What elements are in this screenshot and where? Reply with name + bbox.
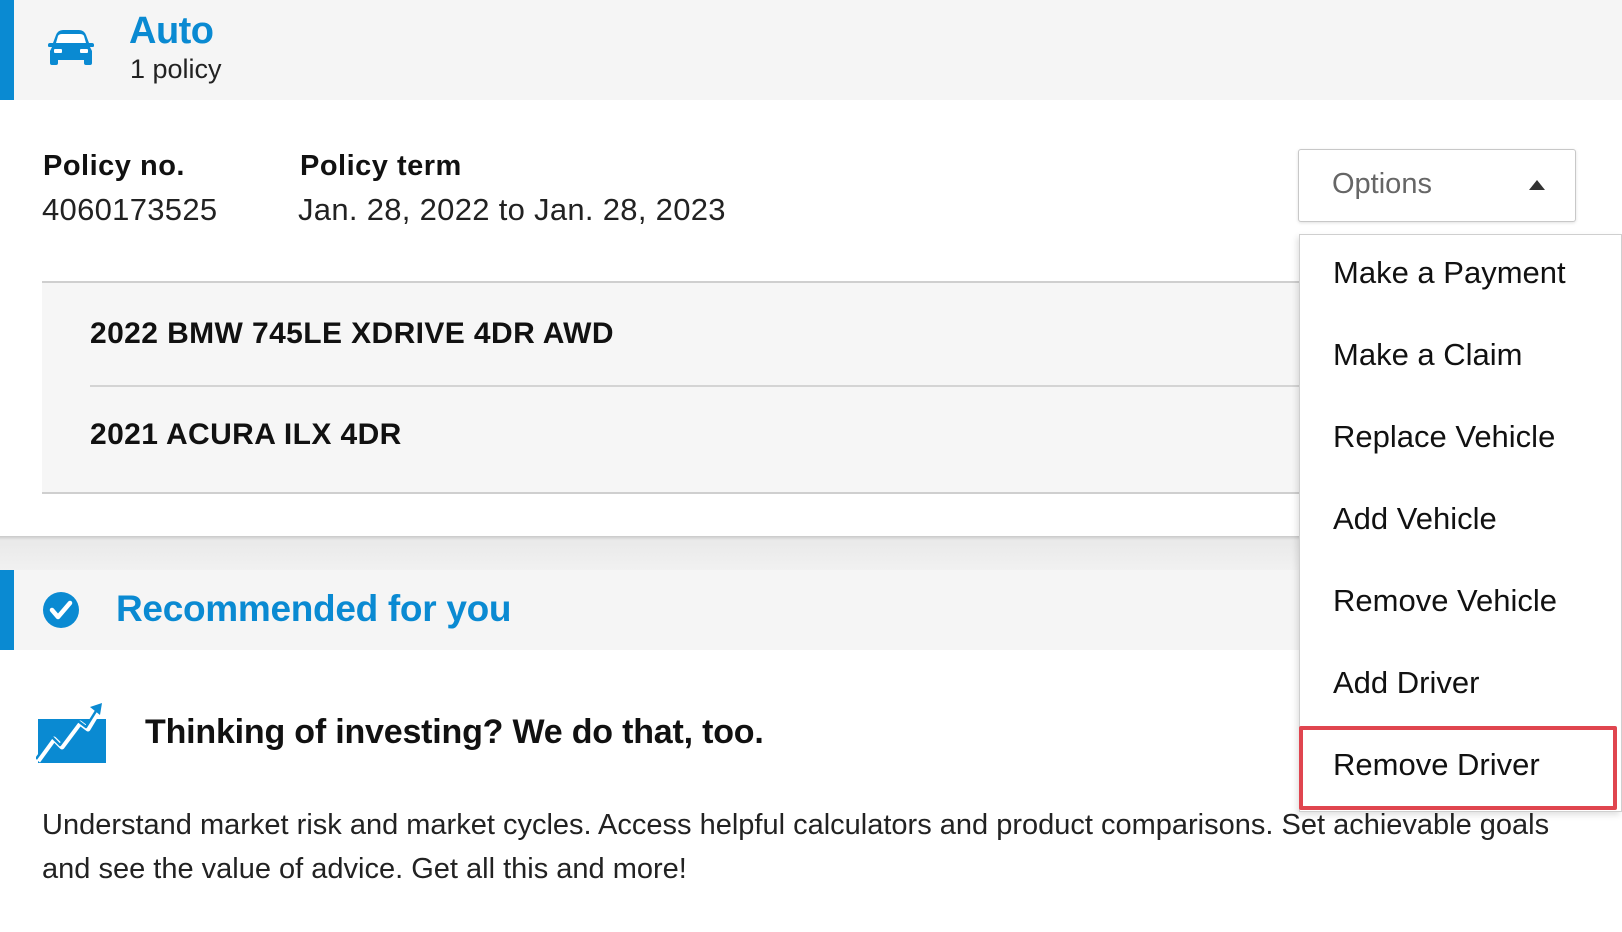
menu-item-add-vehicle[interactable]: Add Vehicle <box>1300 481 1621 563</box>
menu-item-remove-vehicle[interactable]: Remove Vehicle <box>1300 563 1621 645</box>
auto-section-header: Auto 1 policy <box>0 0 1622 100</box>
menu-item-label: Remove Driver <box>1333 747 1540 782</box>
vehicle-item[interactable]: 2022 BMW 745LE XDRIVE 4DR AWD <box>90 317 614 351</box>
vehicle-divider <box>90 385 1342 387</box>
menu-item-add-driver[interactable]: Add Driver <box>1300 645 1621 727</box>
recommendation-body: Understand market risk and market cycles… <box>42 809 1550 885</box>
recommended-title: Recommended for you <box>116 588 512 629</box>
recommendation-title[interactable]: Thinking of investing? We do that, too. <box>145 713 764 752</box>
car-icon <box>48 30 94 65</box>
options-dropdown-button[interactable]: Options <box>1298 149 1576 222</box>
options-label: Options <box>1332 168 1432 200</box>
policy-term-label: Policy term <box>300 150 462 182</box>
menu-item-label: Replace Vehicle <box>1333 419 1556 454</box>
chart-growth-icon <box>36 703 106 763</box>
menu-item-label: Make a Payment <box>1333 255 1566 290</box>
menu-item-remove-driver[interactable]: Remove Driver <box>1300 727 1621 809</box>
policy-count: 1 policy <box>130 54 222 84</box>
menu-item-replace-vehicle[interactable]: Replace Vehicle <box>1300 399 1621 481</box>
accent-bar <box>0 0 14 100</box>
policy-number-label: Policy no. <box>43 150 185 182</box>
auto-title[interactable]: Auto <box>129 10 214 53</box>
accent-bar <box>0 570 14 650</box>
options-menu: Make a Payment Make a Claim Replace Vehi… <box>1299 234 1622 812</box>
menu-item-make-claim[interactable]: Make a Claim <box>1300 317 1621 399</box>
menu-item-make-payment[interactable]: Make a Payment <box>1300 235 1621 317</box>
vehicle-list: 2022 BMW 745LE XDRIVE 4DR AWD 2021 ACURA… <box>42 281 1342 494</box>
caret-up-icon <box>1529 180 1545 190</box>
check-circle-icon <box>43 592 79 628</box>
menu-item-label: Remove Vehicle <box>1333 583 1558 618</box>
menu-item-label: Add Driver <box>1333 665 1480 700</box>
menu-item-label: Add Vehicle <box>1333 501 1497 536</box>
policy-term-value: Jan. 28, 2022 to Jan. 28, 2023 <box>298 192 726 227</box>
menu-item-label: Make a Claim <box>1333 337 1523 372</box>
page: Auto 1 policy Policy no. 4060173525 Poli… <box>0 0 1622 932</box>
policy-number-value: 4060173525 <box>42 192 218 227</box>
vehicle-item[interactable]: 2021 ACURA ILX 4DR <box>90 418 402 452</box>
